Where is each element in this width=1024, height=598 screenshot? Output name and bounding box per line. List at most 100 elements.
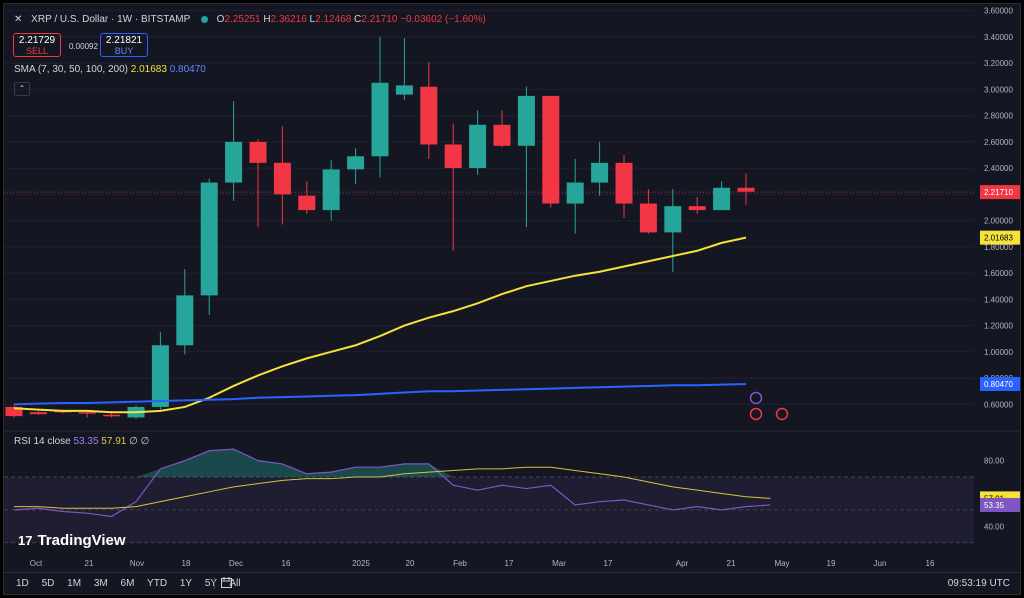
candle-body: [78, 412, 96, 414]
candle-body: [713, 187, 731, 211]
sell-label: SELL: [25, 46, 49, 56]
candle-body: [103, 414, 121, 417]
buy-button[interactable]: 2.21821 BUY: [100, 33, 148, 57]
sma-legend[interactable]: SMA (7, 30, 50, 100, 200) 2.01683 0.8047…: [14, 64, 206, 75]
candle-body: [298, 195, 316, 211]
price-tick-label: 2.80000: [984, 112, 1013, 121]
buy-label: BUY: [114, 46, 134, 56]
candle-body: [395, 85, 413, 95]
price-tick-label: 3.60000: [984, 7, 1013, 16]
symbol-title: XRP / U.S. Dollar · 1W · BITSTAMP: [31, 14, 191, 25]
time-axis-label: Jun: [874, 559, 887, 568]
time-axis-label: 20: [406, 559, 415, 568]
candle-body: [225, 141, 243, 183]
range-1d[interactable]: 1D: [16, 578, 29, 589]
sma-value-label: 0.80470: [984, 380, 1013, 389]
time-axis-label: Oct: [30, 559, 43, 568]
price-tick-label: 1.00000: [984, 348, 1013, 357]
time-axis-label: 17: [604, 559, 613, 568]
time-axis-label: Feb: [453, 559, 467, 568]
candle-body: [542, 95, 560, 204]
rsi-overbought-fill: [14, 449, 771, 478]
candle-body: [420, 86, 438, 145]
last-price-label: 2.21710: [984, 188, 1013, 197]
tradingview-logo[interactable]: 17 TradingView: [18, 532, 126, 549]
candle-body: [371, 82, 389, 157]
sell-button[interactable]: 2.21729 SELL: [13, 33, 61, 57]
range-ytd[interactable]: YTD: [147, 578, 167, 589]
time-axis-label: Apr: [676, 559, 689, 568]
time-axis-label: 16: [282, 559, 291, 568]
time-axis-label: 17: [505, 559, 514, 568]
tradingview-logo-icon: 17: [18, 533, 33, 548]
rsi-extra: ∅ ∅: [129, 436, 150, 447]
sma-value-label: 2.01683: [984, 234, 1013, 243]
sma-slow-value: 0.80470: [169, 64, 206, 75]
rsi-label: RSI 14 close: [14, 436, 71, 447]
candle-body: [273, 162, 291, 195]
rsi-ma-value: 57.91: [101, 436, 127, 447]
candle-body: [737, 187, 755, 192]
event-icon: [749, 391, 763, 405]
time-axis-label: 19: [827, 559, 836, 568]
range-5d[interactable]: 5D: [42, 578, 55, 589]
bottom-toolbar: 1D 5D 1M 3M 6M YTD 1Y 5Y All 09:53:19 UT…: [4, 572, 1020, 595]
price-tick-label: 3.20000: [984, 59, 1013, 68]
candle-body: [151, 345, 169, 407]
symbol-legend: ✕ XRP / U.S. Dollar · 1W · BITSTAMP O2.2…: [14, 14, 486, 25]
calendar-icon[interactable]: [214, 577, 233, 589]
range-6m[interactable]: 6M: [121, 578, 135, 589]
candle-body: [493, 124, 511, 146]
candle-body: [29, 412, 47, 415]
rsi-value: 53.35: [73, 436, 99, 447]
chart-window: 0.600000.800001.000001.200001.400001.600…: [3, 3, 1021, 595]
utc-clock[interactable]: 09:53:19 UTC: [948, 578, 1010, 589]
candle-body: [591, 162, 609, 183]
candle-body: [176, 295, 194, 346]
buy-price: 2.21821: [105, 35, 143, 46]
sell-price: 2.21729: [18, 35, 56, 46]
candle-body: [639, 203, 657, 233]
price-tick-label: 3.00000: [984, 85, 1013, 94]
candle-body: [664, 206, 682, 233]
time-axis-label: 21: [85, 559, 94, 568]
price-chart[interactable]: 0.600000.800001.000001.200001.400001.600…: [4, 4, 1020, 594]
candle-body: [615, 162, 633, 204]
event-icon: [749, 407, 763, 421]
range-3m[interactable]: 3M: [94, 578, 108, 589]
event-icon: [775, 407, 789, 421]
ohlc-values: O2.25251 H2.36216 L2.12468 C2.21710 −0.0…: [216, 14, 486, 25]
rsi-tick-label: 80.00: [984, 457, 1005, 466]
time-axis-label: 21: [727, 559, 736, 568]
candle-body: [469, 124, 487, 169]
candle-body: [566, 182, 584, 204]
candle-body: [688, 206, 706, 211]
price-tick-label: 2.00000: [984, 217, 1013, 226]
close-icon[interactable]: ✕: [14, 14, 22, 25]
rsi-legend[interactable]: RSI 14 close 53.35 57.91 ∅ ∅: [14, 436, 149, 447]
price-tick-label: 2.60000: [984, 138, 1013, 147]
time-axis-label: 18: [182, 559, 191, 568]
time-axis-label: 16: [926, 559, 935, 568]
range-1m[interactable]: 1M: [67, 578, 81, 589]
sma-fast-value: 2.01683: [130, 64, 167, 75]
candle-body: [347, 156, 365, 170]
price-tick-label: 1.40000: [984, 295, 1013, 304]
rsi-value-label: 53.35: [984, 501, 1005, 510]
time-axis-label: May: [774, 559, 789, 568]
price-tick-label: 0.60000: [984, 400, 1013, 409]
price-tick-label: 2.40000: [984, 164, 1013, 173]
range-1y[interactable]: 1Y: [180, 578, 192, 589]
sma-label: SMA (7, 30, 50, 100, 200): [14, 64, 128, 75]
price-tick-label: 1.20000: [984, 322, 1013, 331]
spread-value: 0.00092: [69, 42, 98, 51]
rsi-tick-label: 40.00: [984, 522, 1005, 531]
sma-line: [13, 382, 747, 406]
candle-body: [444, 144, 462, 169]
time-axis-label: 2025: [352, 559, 370, 568]
collapse-legend-icon[interactable]: ⌃: [14, 82, 30, 96]
time-axis-label: Dec: [229, 559, 243, 568]
time-axis-label: Mar: [552, 559, 566, 568]
tradingview-name: TradingView: [37, 532, 126, 549]
candle-body: [322, 169, 340, 211]
